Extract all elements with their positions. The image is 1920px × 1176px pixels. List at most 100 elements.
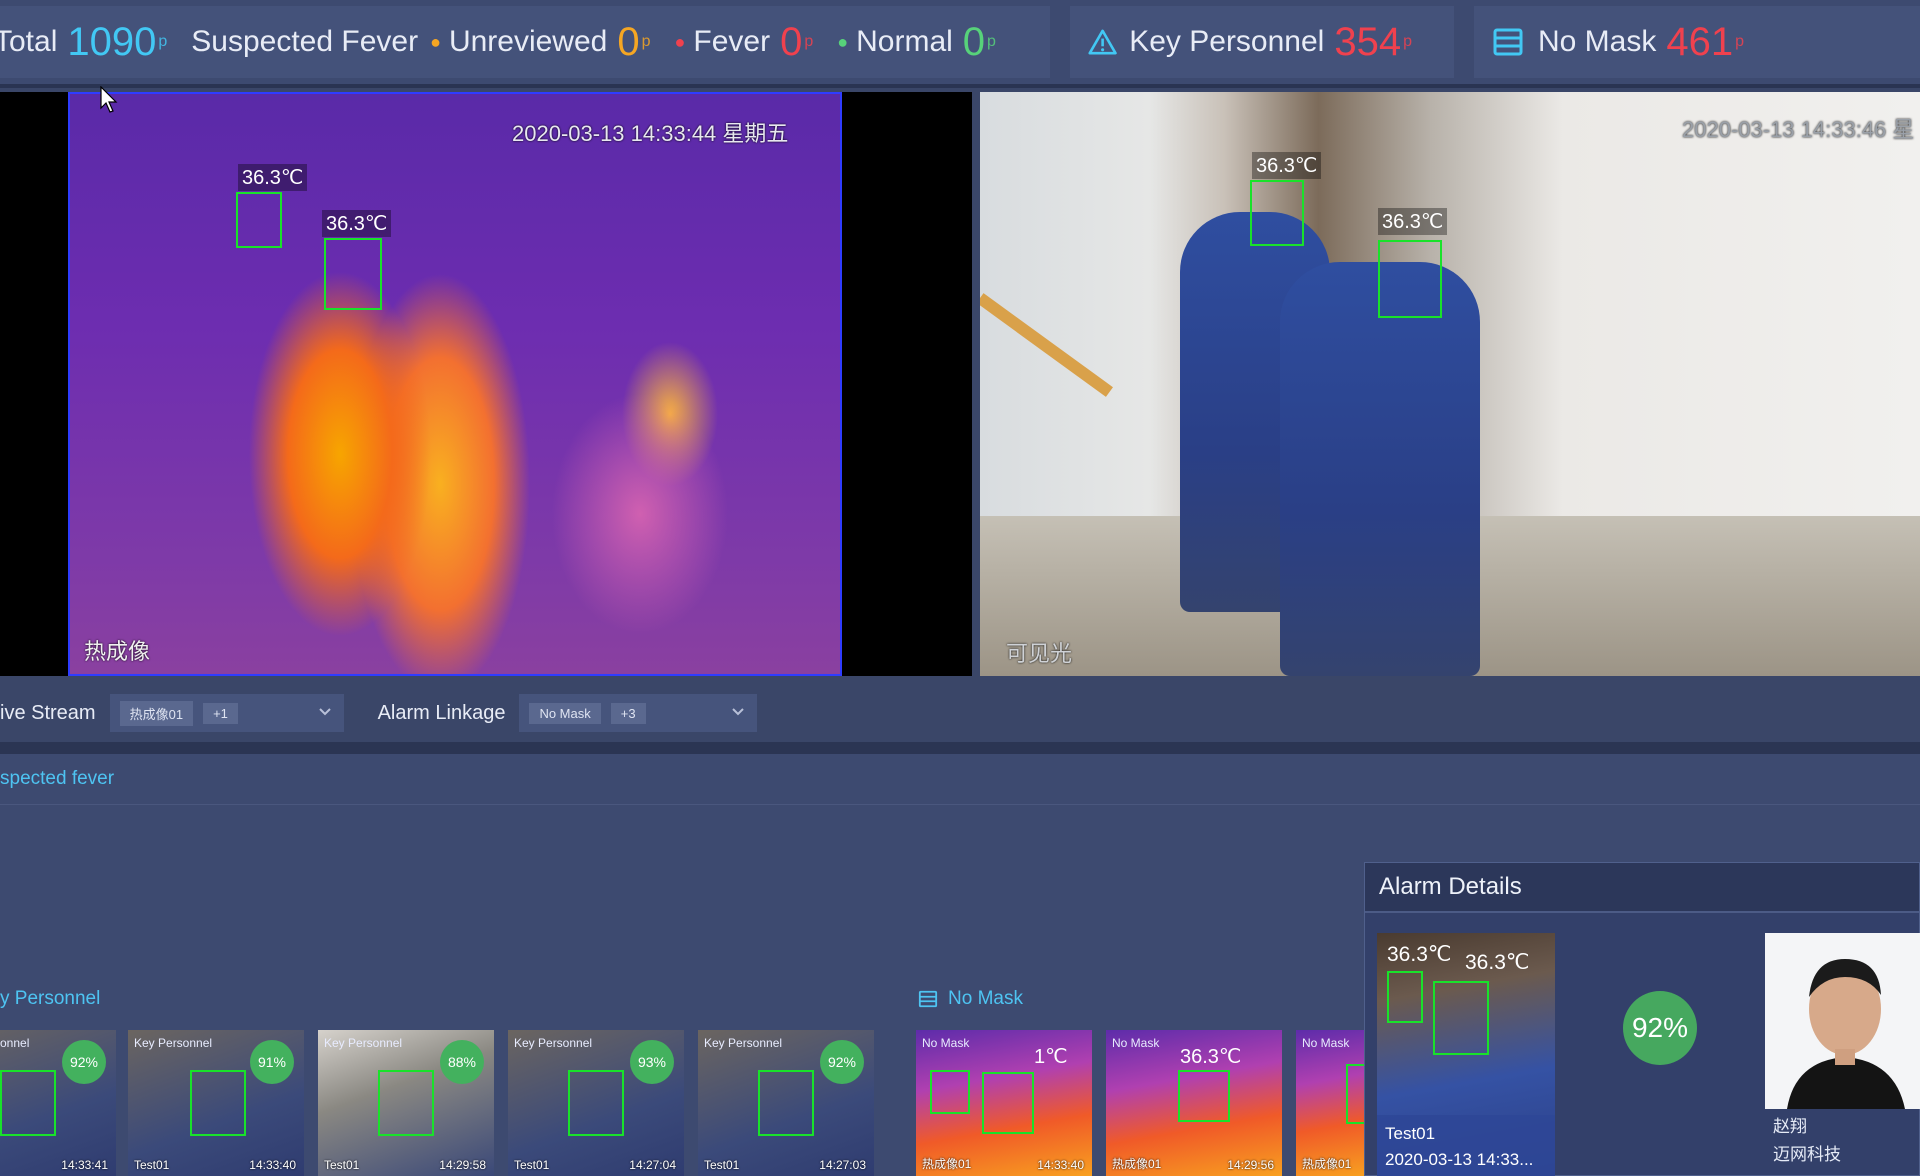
- key-personnel-section-title[interactable]: y Personnel: [0, 988, 100, 1010]
- match-score-badge: 88%: [440, 1040, 484, 1084]
- thumbnail-temp: 36.3℃: [1180, 1046, 1242, 1068]
- mask-icon: [918, 990, 938, 1008]
- no-mask-thumbnail[interactable]: No Mask 热成像01: [1296, 1030, 1366, 1176]
- thumbnail-tag: No Mask: [1302, 1036, 1350, 1050]
- alarm-details-panel: Alarm Details 36.3℃ 36.3℃ Test01 2020-03…: [1364, 862, 1920, 1176]
- key-personnel-value[interactable]: 354: [1334, 20, 1401, 65]
- mask-icon: [1493, 28, 1523, 56]
- no-mask-unit: p: [1735, 33, 1745, 50]
- temp-label: 36.3℃: [1378, 208, 1448, 235]
- alarm-linkage-chip: No Mask: [529, 702, 601, 724]
- stream-controls: ive Stream 热成像01 +1 Alarm Linkage No Mas…: [0, 684, 1920, 742]
- visible-video-feed[interactable]: 2020-03-13 14:33:46 星 36.3℃ 36.3℃ 可见光: [980, 92, 1920, 676]
- key-personnel-thumbnail[interactable]: Key Personnel 93% Test01 14:27:04: [508, 1030, 684, 1176]
- normal-dot-icon: ●: [837, 31, 849, 52]
- scene-stair-rail: [980, 293, 1113, 397]
- face-detection-box: [930, 1070, 970, 1114]
- stats-total-panel: Total 1090 p Suspected Fever ● Unreviewe…: [0, 6, 1050, 78]
- key-personnel-thumbnail[interactable]: Key Personnel 92% Test01 14:27:03: [698, 1030, 874, 1176]
- match-score-badge: 92%: [62, 1040, 106, 1084]
- thermal-timestamp: 2020-03-13 14:33:44 星期五: [512, 121, 789, 146]
- thumbnail-time: 14:33:41: [61, 1158, 108, 1172]
- face-detection-box: [1178, 1070, 1230, 1122]
- no-mask-thumbnail[interactable]: No Mask 36.3℃ 热成像01 14:29:56: [1106, 1030, 1282, 1176]
- suspected-fever-section-title[interactable]: spected fever: [0, 768, 114, 790]
- temp-label: 36.3℃: [1252, 152, 1322, 179]
- thumbnail-tag: Key Personnel: [324, 1036, 403, 1050]
- temp-label: 36.3℃: [322, 210, 392, 237]
- snapshot-name: Test01: [1385, 1124, 1436, 1143]
- alarm-snapshot[interactable]: 36.3℃ 36.3℃ Test01 2020-03-13 14:33...: [1377, 933, 1555, 1176]
- live-stream-label: ive Stream: [0, 701, 96, 724]
- thermal-video-feed[interactable]: 2020-03-13 14:33:44 星期五 36.3℃ 36.3℃ 热成像: [0, 92, 972, 676]
- alarm-linkage-select[interactable]: No Mask +3: [519, 694, 758, 732]
- key-personnel-thumbnail[interactable]: Key Personnel 88% Test01 14:29:58: [318, 1030, 494, 1176]
- live-stream-select[interactable]: 热成像01 +1: [109, 694, 344, 732]
- face-detection-box: [0, 1070, 56, 1136]
- key-personnel-thumbnail[interactable]: Key Personnel 91% Test01 14:33:40: [128, 1030, 304, 1176]
- fever-value[interactable]: 0: [780, 20, 802, 65]
- total-value[interactable]: 1090: [67, 20, 156, 65]
- thumbnail-time: 14:29:56: [1227, 1158, 1274, 1172]
- no-mask-value[interactable]: 461: [1666, 20, 1733, 65]
- face-detection-box: [982, 1072, 1034, 1134]
- snapshot-temp-label: 36.3℃: [1387, 943, 1452, 966]
- alarm-linkage-count-chip: +3: [610, 702, 646, 724]
- thumbnail-tag: Key Personnel: [514, 1036, 593, 1050]
- fever-label: Fever: [693, 25, 771, 58]
- unreviewed-value[interactable]: 0: [617, 20, 639, 65]
- thumbnail-time: 14:29:58: [439, 1158, 486, 1172]
- thumbnail-name: Test01: [514, 1158, 550, 1172]
- no-mask-thumbnail[interactable]: No Mask 1℃ 热成像01 14:33:40: [916, 1030, 1092, 1176]
- snapshot-caption: Test01 2020-03-13 14:33...: [1377, 1115, 1555, 1176]
- face-detection-box: [1378, 240, 1442, 318]
- normal-label: Normal: [856, 25, 953, 58]
- face-detection-box: [190, 1070, 246, 1136]
- fever-unit: p: [804, 33, 814, 50]
- thumbnail-name: 热成像01: [922, 1157, 972, 1171]
- thumbnail-time: 14:27:03: [819, 1158, 866, 1172]
- thumbnail-time: 14:33:40: [1037, 1158, 1084, 1172]
- registered-face-photo: [1765, 933, 1920, 1109]
- fever-dot-icon: ●: [674, 31, 686, 52]
- scene-person: [1280, 262, 1480, 676]
- chevron-down-icon: [732, 708, 745, 716]
- temp-label: 36.3℃: [238, 164, 308, 191]
- thumbnail-name: Test01: [704, 1158, 740, 1172]
- unreviewed-label: Unreviewed: [448, 25, 608, 58]
- match-score-badge: 91%: [250, 1040, 294, 1084]
- no-mask-label: No Mask: [1538, 25, 1657, 58]
- registered-person-org: 迈网科技: [1773, 1145, 1841, 1164]
- thumbnail-tag: Key Personnel: [134, 1036, 213, 1050]
- person-avatar-icon: [1765, 933, 1920, 1109]
- thumbnail-tag: onnel: [0, 1036, 30, 1050]
- stats-no-mask-panel: No Mask 461 p: [1474, 6, 1920, 78]
- thumbnail-name: 热成像01: [1112, 1157, 1162, 1171]
- thumbnail-name: 热成像01: [1302, 1157, 1352, 1171]
- face-detection-box: [324, 238, 382, 310]
- face-detection-box: [1250, 180, 1304, 246]
- unreviewed-dot-icon: ●: [430, 31, 441, 52]
- match-score-badge: 92%: [820, 1040, 864, 1084]
- no-mask-section-label: No Mask: [948, 988, 1023, 1009]
- key-personnel-thumbnail[interactable]: onnel 92% 14:33:41: [0, 1030, 116, 1176]
- thumbnail-name: Test01: [324, 1158, 360, 1172]
- chevron-down-icon: [318, 708, 331, 716]
- alarm-match-score-badge: 92%: [1623, 991, 1697, 1065]
- face-detection-box: [1433, 981, 1489, 1055]
- snapshot-temp-label: 36.3℃: [1465, 951, 1530, 974]
- face-detection-box: [568, 1070, 624, 1136]
- thumbnail-time: 14:33:40: [249, 1158, 296, 1172]
- total-label: Total: [0, 25, 58, 58]
- no-mask-section-title[interactable]: No Mask: [918, 988, 1023, 1010]
- unreviewed-unit: p: [641, 33, 651, 50]
- face-detection-box: [758, 1070, 814, 1136]
- face-detection-box: [378, 1070, 434, 1136]
- visible-timestamp: 2020-03-13 14:33:46 星: [1682, 117, 1915, 142]
- thumbnail-temp: 1℃: [1034, 1046, 1068, 1068]
- section-rule: [0, 804, 1920, 805]
- thermal-camera-label: 热成像: [84, 639, 151, 664]
- normal-value[interactable]: 0: [963, 20, 985, 65]
- registered-person-name: 赵翔: [1773, 1117, 1807, 1136]
- live-stream-chip: 热成像01: [119, 700, 194, 726]
